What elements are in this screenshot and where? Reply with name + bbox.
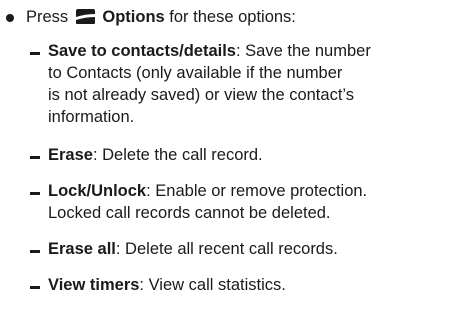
dash-icon: [30, 192, 40, 195]
options-instruction: Press Options for these options:: [26, 6, 296, 28]
option-description: View timers: View call statistics.: [48, 274, 460, 296]
bullet-icon: [6, 14, 14, 22]
option-text-line: Locked call records cannot be deleted.: [48, 204, 331, 222]
option-description: Erase all: Delete all recent call record…: [48, 238, 460, 260]
option-term: Erase all: [48, 240, 116, 258]
option-term: Erase: [48, 146, 93, 164]
option-term: Save to contacts/details: [48, 42, 236, 60]
option-text-line: : Delete the call record.: [92, 146, 263, 164]
dash-icon: [30, 52, 40, 55]
dash-icon: [30, 286, 40, 289]
option-text-line: to Contacts (only available if the numbe…: [48, 64, 343, 82]
option-description: Save to contacts/details: Save the numbe…: [48, 40, 460, 128]
option-term: Lock/Unlock: [48, 182, 147, 200]
option-text-line: : Enable or remove protection.: [146, 182, 368, 200]
dash-icon: [30, 250, 40, 253]
option-description: Lock/Unlock: Enable or remove protection…: [48, 180, 460, 224]
options-bullet-item: Press Options for these options:: [0, 5, 463, 29]
option-text-line: : View call statistics.: [139, 276, 286, 294]
option-description: Erase: Delete the call record.: [48, 144, 460, 166]
option-text-line: : Save the number: [236, 42, 371, 60]
option-text-line: is not already saved) or view the contac…: [48, 86, 355, 104]
instruction-prefix: Press: [26, 8, 69, 26]
option-term: View timers: [48, 276, 140, 294]
instruction-suffix: for these options:: [169, 8, 296, 26]
option-text-line: : Delete all recent call records.: [115, 240, 338, 258]
left-softkey-icon: [74, 8, 96, 25]
options-label: Options: [102, 8, 165, 26]
dash-icon: [30, 156, 40, 159]
options-help-section: Press Options for these options: Save to…: [0, 0, 463, 314]
option-text-line: information.: [48, 108, 135, 126]
